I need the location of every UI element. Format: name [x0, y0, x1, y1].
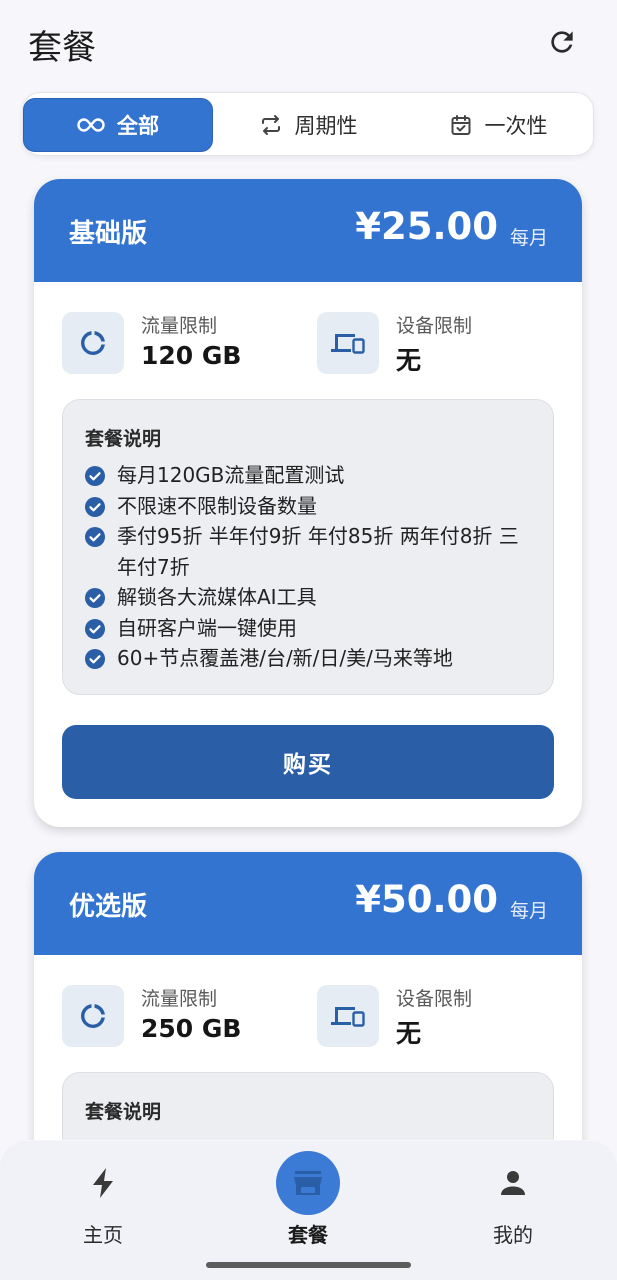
traffic-limit-value: 250 GB: [141, 1014, 242, 1043]
plan-name: 基础版: [69, 219, 148, 249]
plan-description: 套餐说明: [62, 1072, 554, 1140]
feature-item: 60+节点覆盖港/台/新/日/美/马来等地: [85, 643, 531, 674]
refresh-button[interactable]: [542, 22, 582, 62]
header: 套餐: [0, 0, 617, 88]
feature-item: 解锁各大流媒体AI工具: [85, 582, 531, 613]
feature-item: 自研客户端一键使用: [85, 613, 531, 644]
plan-description: 套餐说明 每月120GB流量配置测试 不限速不限制设备数量 季付95折 半年付9…: [62, 399, 554, 695]
filter-one-time-label: 一次性: [484, 114, 548, 138]
traffic-limit-value: 120 GB: [141, 341, 242, 370]
nav-plans-label: 套餐: [288, 1223, 328, 1247]
person-icon: [501, 1171, 525, 1195]
plan-period: 每月: [509, 227, 548, 249]
filter-all-label: 全部: [117, 114, 159, 138]
check-circle-icon: [85, 618, 105, 639]
nav-home-label: 主页: [83, 1223, 123, 1247]
feature-text: 解锁各大流媒体AI工具: [117, 585, 317, 609]
plan-type-filter: 全部 周期性 一次性: [22, 92, 594, 156]
plan-price: ¥50.00: [355, 878, 498, 921]
nav-plans-icon-wrap: [276, 1151, 340, 1215]
traffic-limit: 流量限制 120 GB: [62, 311, 312, 375]
plan-card-premium: 优选版 ¥50.00 每月 流量限制 250 GB 设备限制 无 套餐说明: [34, 852, 582, 1140]
traffic-limit: 流量限制 250 GB: [62, 984, 312, 1048]
filter-one-time[interactable]: 一次性: [403, 98, 593, 152]
device-limit-label: 设备限制: [396, 315, 473, 337]
plan-card-basic: 基础版 ¥25.00 每月 流量限制 120 GB 设备限制 无 套餐说明 每月…: [34, 179, 582, 827]
traffic-limit-label: 流量限制: [141, 988, 218, 1010]
nav-me[interactable]: 我的: [443, 1141, 583, 1251]
home-indicator[interactable]: [206, 1262, 411, 1268]
feature-text: 季付95折 半年付9折 年付85折 两年付8折 三年付7折: [117, 524, 519, 579]
calendar-check-icon: [451, 115, 470, 135]
scroll-area[interactable]: 套餐 全部 周期性 一次性 基础版 ¥25.00 每月 流量限制 120 GB …: [0, 0, 617, 1140]
refresh-icon: [551, 31, 573, 53]
traffic-limit-label: 流量限制: [141, 315, 218, 337]
devices-icon: [317, 312, 379, 374]
feature-item: 季付95折 半年付9折 年付85折 两年付8折 三年付7折: [85, 521, 531, 582]
feature-text: 自研客户端一键使用: [117, 615, 297, 640]
filter-all[interactable]: 全部: [23, 98, 213, 152]
device-limit: 设备限制 无: [317, 984, 567, 1048]
bolt-icon: [93, 1168, 113, 1198]
nav-plans[interactable]: 套餐: [238, 1141, 378, 1251]
plan-period: 每月: [509, 900, 548, 922]
bottom-navigation: 主页 套餐 我的: [0, 1141, 617, 1280]
plan-name: 优选版: [69, 892, 148, 922]
device-limit: 设备限制 无: [317, 311, 567, 375]
feature-text: 不限速不限制设备数量: [117, 493, 317, 518]
plan-description-title: 套餐说明: [85, 428, 162, 450]
nav-home-icon-wrap: [71, 1151, 135, 1215]
feature-item: 不限速不限制设备数量: [85, 491, 531, 522]
buy-button[interactable]: 购买: [62, 725, 554, 799]
store-icon: [294, 1171, 322, 1195]
plan-price: ¥25.00: [355, 205, 498, 248]
feature-list: 每月120GB流量配置测试 不限速不限制设备数量 季付95折 半年付9折 年付8…: [85, 460, 531, 674]
filter-recurring[interactable]: 周期性: [213, 98, 403, 152]
nav-me-label: 我的: [493, 1223, 533, 1247]
data-usage-icon: [62, 312, 124, 374]
nav-home[interactable]: 主页: [33, 1141, 173, 1251]
devices-icon: [317, 985, 379, 1047]
nav-me-icon-wrap: [481, 1151, 545, 1215]
plan-card-header: 优选版 ¥50.00 每月: [34, 852, 582, 955]
check-circle-icon: [85, 649, 105, 669]
device-limit-value: 无: [396, 1019, 422, 1048]
feature-text: 每月120GB流量配置测试: [117, 463, 345, 487]
plan-description-title: 套餐说明: [85, 1101, 162, 1123]
repeat-icon: [261, 115, 280, 135]
feature-item: 每月120GB流量配置测试: [85, 460, 531, 491]
check-circle-icon: [85, 466, 105, 486]
check-circle-icon: [85, 527, 105, 547]
check-circle-icon: [85, 588, 105, 608]
data-usage-icon: [62, 985, 124, 1047]
filter-recurring-label: 周期性: [294, 114, 358, 138]
page-title: 套餐: [28, 28, 96, 68]
infinity-icon: [77, 118, 105, 132]
plan-card-header: 基础版 ¥25.00 每月: [34, 179, 582, 282]
device-limit-value: 无: [396, 346, 422, 375]
device-limit-label: 设备限制: [396, 988, 473, 1010]
check-circle-icon: [85, 496, 105, 517]
feature-text: 60+节点覆盖港/台/新/日/美/马来等地: [117, 646, 453, 670]
